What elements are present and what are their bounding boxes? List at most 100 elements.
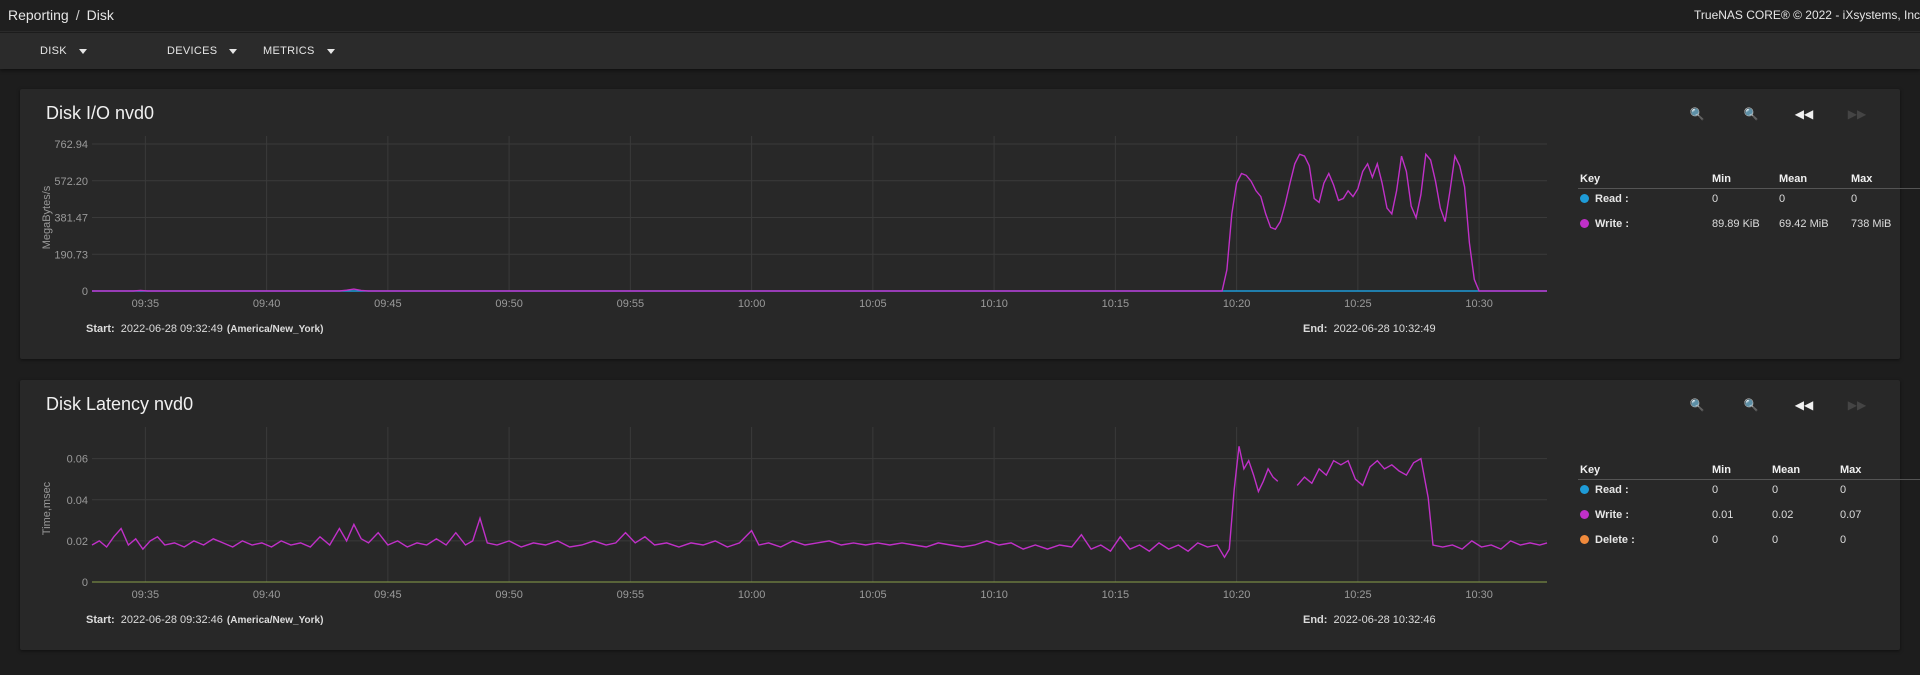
copyright-text: TrueNAS CORE® © 2022 - iXsystems, Inc xyxy=(1694,8,1920,22)
legend-mean-header: Mean xyxy=(1772,464,1801,476)
x-tick-label: 09:55 xyxy=(617,298,645,310)
write-color-dot xyxy=(1580,219,1589,228)
legend-max-header: Max xyxy=(1840,464,1862,476)
delete-color-dot xyxy=(1580,535,1589,544)
x-tick-label: 10:25 xyxy=(1344,589,1372,601)
x-tick-label: 09:40 xyxy=(253,589,281,601)
zoom-in-icon[interactable]: 🔍 xyxy=(1686,394,1708,416)
series-max: 0 xyxy=(1840,534,1847,546)
disk-io-chart[interactable]: 09:35 09:40 09:45 09:50 09:55 10:00 10:05 10:10… xyxy=(20,89,1580,359)
end-value: 2022-06-28 10:32:46 xyxy=(1333,614,1436,626)
y-tick-label: 0.02 xyxy=(67,536,88,548)
start-range: Start: 2022-06-28 09:32:46 (America/New_Yo… xyxy=(86,614,323,626)
zoom-out-icon[interactable]: 🔍 xyxy=(1740,103,1762,125)
x-tick-label: 09:45 xyxy=(374,298,402,310)
legend-row-read[interactable]: Read : 0 0 0 xyxy=(1578,480,1920,505)
series-mean: 69.42 MiB xyxy=(1779,218,1829,230)
series-name: Write : xyxy=(1595,509,1630,521)
series-mean: 0 xyxy=(1772,534,1779,546)
series-max: 0.07 xyxy=(1840,509,1862,521)
x-tick-label: 10:10 xyxy=(980,298,1008,310)
end-range: End: 2022-06-28 10:32:46 xyxy=(1303,614,1436,626)
x-tick-label: 10:15 xyxy=(1102,589,1130,601)
legend-key-header: Key xyxy=(1580,464,1601,476)
legend-mean-header: Mean xyxy=(1779,173,1808,185)
breadcrumb-current: Disk xyxy=(86,7,114,23)
x-tick-label: 10:20 xyxy=(1223,298,1251,310)
timezone: (America/New_York) xyxy=(226,615,324,626)
end-value: 2022-06-28 10:32:49 xyxy=(1333,323,1436,335)
rewind-icon[interactable]: ◀◀ xyxy=(1793,103,1815,125)
series-mean: 0 xyxy=(1772,484,1779,496)
y-tick-label: 0.06 xyxy=(67,454,88,466)
x-tick-label: 10:00 xyxy=(738,589,766,601)
fast-forward-icon[interactable]: ▶▶ xyxy=(1846,394,1868,416)
series-min: 89.89 KiB xyxy=(1712,218,1760,230)
zoom-in-icon[interactable]: 🔍 xyxy=(1686,103,1708,125)
end-range: End: 2022-06-28 10:32:49 xyxy=(1303,323,1436,335)
x-tick-label: 10:00 xyxy=(738,298,766,310)
series-line-write xyxy=(92,152,1547,292)
chevron-down-icon xyxy=(229,48,238,54)
series-max: 738 MiB xyxy=(1851,218,1892,230)
series-name: Delete : xyxy=(1595,534,1635,546)
write-color-dot xyxy=(1580,510,1589,519)
breadcrumb-separator: / xyxy=(75,7,80,23)
disk-latency-chart[interactable]: 09:35 09:40 09:45 09:50 09:55 10:00 10:05 10:10… xyxy=(20,380,1580,650)
end-label: End: xyxy=(1303,323,1328,335)
reporting-toolbar: DISK DEVICES METRICS xyxy=(0,33,1920,69)
disk-latency-card: Disk Latency nvd0 🔍 🔍 ◀◀ ▶▶ 09:35 09:40 09… xyxy=(20,380,1920,650)
series-mean: 0 xyxy=(1779,193,1786,205)
x-tick-label: 09:50 xyxy=(495,298,523,310)
read-color-dot xyxy=(1580,485,1589,494)
x-tick-label: 09:45 xyxy=(374,589,402,601)
devices-menu-label: DEVICES xyxy=(167,45,218,57)
x-tick-label: 10:15 xyxy=(1102,298,1130,310)
start-value: 2022-06-28 09:32:46 xyxy=(120,614,223,626)
x-tick-label: 10:05 xyxy=(859,298,887,310)
x-tick-label: 09:35 xyxy=(132,298,160,310)
x-tick-label: 09:35 xyxy=(132,589,160,601)
x-tick-label: 09:50 xyxy=(495,589,523,601)
breadcrumb-reporting[interactable]: Reporting xyxy=(8,7,69,23)
disk-menu-label: DISK xyxy=(40,45,67,57)
y-tick-label: 381.47 xyxy=(54,213,88,225)
chart-legend: Key Min Mean Max Read : 0 0 0 Write : 89… xyxy=(1578,171,1920,239)
series-min: 0 xyxy=(1712,534,1719,546)
zoom-out-icon[interactable]: 🔍 xyxy=(1740,394,1762,416)
start-label: Start: xyxy=(86,614,115,626)
start-label: Start: xyxy=(86,323,115,335)
metrics-menu[interactable]: METRICS xyxy=(263,45,335,57)
legend-row-read[interactable]: Read : 0 0 0 xyxy=(1578,189,1920,214)
series-min: 0 xyxy=(1712,193,1719,205)
start-value: 2022-06-28 09:32:49 xyxy=(120,323,223,335)
legend-row-write[interactable]: Write : 89.89 KiB 69.42 MiB 738 MiB xyxy=(1578,214,1920,239)
x-tick-label: 10:25 xyxy=(1344,298,1372,310)
devices-menu[interactable]: DEVICES xyxy=(167,45,238,57)
series-name: Read : xyxy=(1595,193,1629,205)
end-label: End: xyxy=(1303,614,1328,626)
x-tick-label: 09:55 xyxy=(617,589,645,601)
series-mean: 0.02 xyxy=(1772,509,1794,521)
read-color-dot xyxy=(1580,194,1589,203)
timezone: (America/New_York) xyxy=(226,324,324,335)
legend-row-write[interactable]: Write : 0.01 0.02 0.07 xyxy=(1578,505,1920,530)
start-range: Start: 2022-06-28 09:32:49 (America/New_Yo… xyxy=(86,323,323,335)
y-tick-label: 0 xyxy=(82,286,88,298)
x-tick-label: 09:40 xyxy=(253,298,281,310)
chevron-down-icon xyxy=(78,48,87,54)
breadcrumb: Reporting / Disk xyxy=(8,7,114,23)
y-tick-label: 572.20 xyxy=(54,176,88,188)
y-axis-label: Time,msec xyxy=(41,481,53,535)
disk-menu[interactable]: DISK xyxy=(40,45,87,57)
series-line-write xyxy=(1296,457,1548,550)
series-min: 0.01 xyxy=(1712,509,1734,521)
y-axis-label: MegaBytes/s xyxy=(41,185,53,249)
y-tick-label: 0 xyxy=(82,577,88,589)
legend-row-delete[interactable]: Delete : 0 0 0 xyxy=(1578,530,1920,555)
series-min: 0 xyxy=(1712,484,1719,496)
legend-header: Key Min Mean Max xyxy=(1578,462,1920,480)
fast-forward-icon[interactable]: ▶▶ xyxy=(1846,103,1868,125)
series-max: 0 xyxy=(1851,193,1858,205)
rewind-icon[interactable]: ◀◀ xyxy=(1793,394,1815,416)
